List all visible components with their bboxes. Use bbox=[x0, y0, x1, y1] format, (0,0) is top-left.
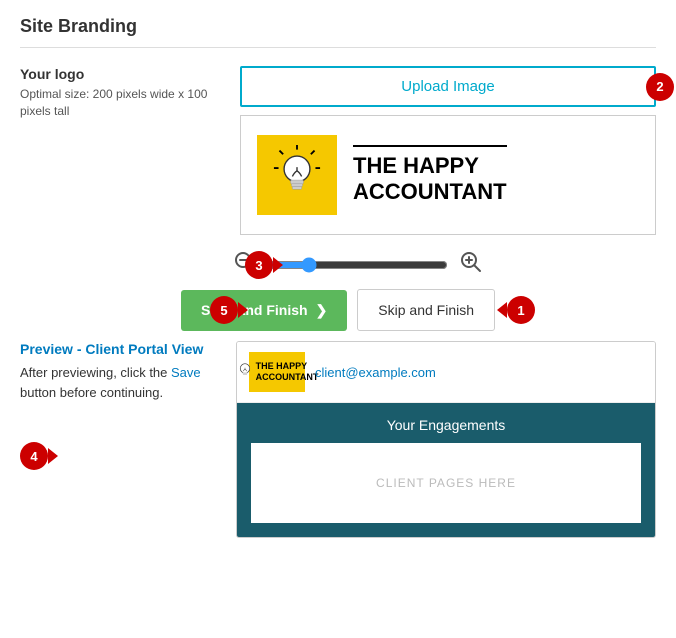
page-title: Site Branding bbox=[20, 16, 656, 48]
upload-area-relative: Upload Image 2 bbox=[240, 66, 656, 107]
skip-button-area: Skip and Finish 1 bbox=[357, 289, 495, 331]
zoom-in-icon[interactable] bbox=[460, 251, 482, 279]
preview-hint: After previewing, click the Save button … bbox=[20, 363, 220, 402]
portal-logo-small: THE HAPPYACCOUNTANT bbox=[249, 352, 305, 392]
zoom-slider[interactable] bbox=[268, 257, 448, 273]
badge-5-area: 5 bbox=[210, 296, 238, 324]
zoom-relative-wrapper: 3 bbox=[20, 251, 656, 279]
logo-hint: Optimal size: 200 pixels wide x 100 pixe… bbox=[20, 86, 220, 120]
zoom-row: 3 bbox=[20, 251, 656, 279]
preview-label-area: Preview - Client Portal View After previ… bbox=[20, 341, 220, 538]
logo-preview-box: THE HAPPY ACCOUNTANT bbox=[240, 115, 656, 235]
portal-engagements-title: Your Engagements bbox=[251, 417, 641, 433]
badge-2: 2 bbox=[646, 73, 674, 101]
portal-body: Your Engagements CLIENT PAGES HERE bbox=[237, 403, 655, 537]
portal-placeholder: CLIENT PAGES HERE bbox=[376, 476, 516, 490]
preview-title: Preview - Client Portal View bbox=[20, 341, 220, 357]
logo-bulb-image bbox=[257, 135, 337, 215]
badge-1-arrow bbox=[497, 302, 507, 318]
chevron-right-icon: ❯ bbox=[316, 302, 328, 319]
logo-section: Your logo Optimal size: 200 pixels wide … bbox=[20, 66, 656, 235]
badge-4-area: 4 bbox=[20, 442, 220, 470]
logo-text: THE HAPPY ACCOUNTANT bbox=[353, 145, 507, 206]
logo-label: Your logo bbox=[20, 66, 220, 82]
badge-1-area: 1 bbox=[497, 296, 535, 324]
badge-4: 4 bbox=[20, 442, 48, 470]
logo-upload-area: Upload Image 2 bbox=[240, 66, 656, 235]
logo-label-area: Your logo Optimal size: 200 pixels wide … bbox=[20, 66, 220, 120]
skip-and-finish-button[interactable]: Skip and Finish bbox=[357, 289, 495, 331]
action-row: 5 Save and Finish ❯ Skip and Finish 1 bbox=[20, 289, 656, 331]
page-container: Site Branding Your logo Optimal size: 20… bbox=[0, 0, 676, 554]
portal-header: THE HAPPYACCOUNTANT client@example.com bbox=[237, 342, 655, 403]
portal-email: client@example.com bbox=[315, 365, 436, 380]
save-link[interactable]: Save bbox=[171, 365, 201, 380]
preview-section: Preview - Client Portal View After previ… bbox=[20, 341, 656, 538]
badge-1: 1 bbox=[507, 296, 535, 324]
portal-preview: THE HAPPYACCOUNTANT client@example.com Y… bbox=[236, 341, 656, 538]
portal-logo-text: THE HAPPYACCOUNTANT bbox=[256, 361, 319, 383]
save-and-finish-button[interactable]: Save and Finish ❯ bbox=[181, 290, 347, 331]
badge-5: 5 bbox=[210, 296, 238, 324]
portal-content-area: CLIENT PAGES HERE bbox=[251, 443, 641, 523]
badge-3: 3 bbox=[245, 251, 273, 279]
upload-image-button[interactable]: Upload Image bbox=[240, 66, 656, 107]
